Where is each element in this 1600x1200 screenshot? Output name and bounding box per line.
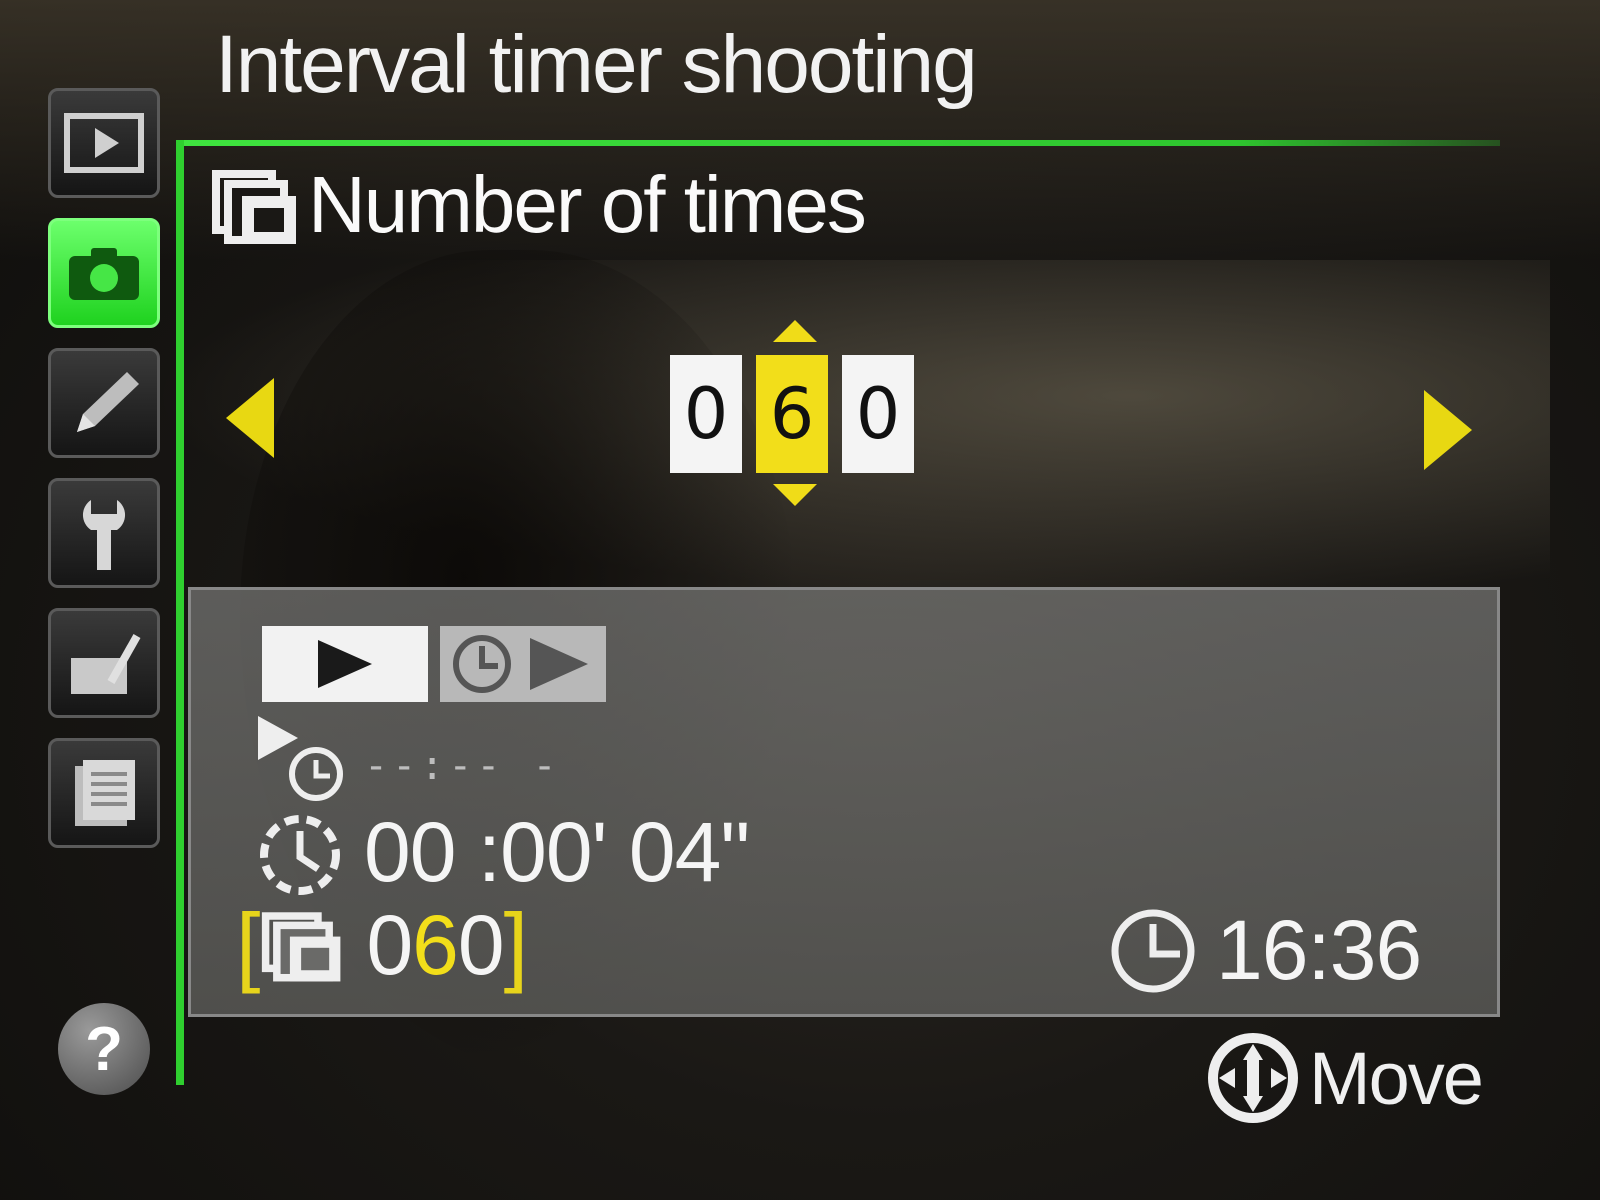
count-value: 060 bbox=[366, 897, 504, 992]
start-time-value: --:-- - bbox=[364, 743, 561, 789]
wrench-icon bbox=[82, 500, 126, 570]
start-time-icon bbox=[258, 716, 343, 801]
start-time-row: --:-- - bbox=[254, 712, 561, 802]
setting-heading-label: Number of times bbox=[308, 160, 867, 249]
page-title: Interval timer shooting bbox=[215, 19, 978, 110]
decrement-arrow-icon[interactable] bbox=[773, 484, 817, 506]
start-time-button[interactable] bbox=[440, 626, 606, 702]
tab-custom[interactable] bbox=[48, 348, 160, 458]
count-row: [ 060 ] bbox=[236, 894, 528, 996]
clock-value: 16:36 bbox=[1216, 903, 1422, 997]
retouch-icon bbox=[71, 634, 141, 694]
move-hint: Move bbox=[1205, 1030, 1484, 1126]
right-arrow-icon[interactable] bbox=[1424, 390, 1472, 470]
multi-selector-icon bbox=[1208, 1033, 1298, 1123]
tab-playback[interactable] bbox=[48, 88, 160, 198]
clock-play-icon bbox=[453, 635, 588, 693]
interval-icon bbox=[260, 814, 340, 895]
recent-settings-icon bbox=[75, 760, 135, 826]
tab-setup[interactable] bbox=[48, 478, 160, 588]
help-button[interactable]: ? bbox=[58, 1003, 150, 1095]
interval-value: 00 :00' 04" bbox=[364, 805, 750, 899]
increment-arrow-icon[interactable] bbox=[773, 320, 817, 342]
count-selected-digit: 6 bbox=[412, 897, 459, 992]
clock-row: 16:36 bbox=[1108, 902, 1422, 999]
menu-frame-left bbox=[176, 140, 184, 1085]
setting-heading: Number of times bbox=[210, 150, 867, 260]
clock-icon bbox=[1111, 909, 1195, 992]
bracket-left: [ bbox=[236, 895, 261, 994]
multiple-frames-icon bbox=[212, 170, 296, 244]
digit-tens[interactable]: 6 bbox=[756, 355, 828, 473]
pencil-icon bbox=[77, 372, 139, 432]
help-symbol: ? bbox=[85, 1014, 123, 1084]
move-label: Move bbox=[1309, 1036, 1484, 1120]
menu-frame-top bbox=[180, 140, 1500, 146]
digit-ones[interactable]: 0 bbox=[842, 355, 914, 473]
bracket-right: ] bbox=[503, 895, 529, 994]
interval-row: 00 :00' 04" bbox=[252, 804, 750, 901]
left-arrow-icon[interactable] bbox=[226, 378, 274, 458]
start-now-button[interactable] bbox=[262, 626, 428, 702]
number-of-times-stepper[interactable]: 0 6 0 bbox=[670, 355, 914, 473]
multiple-frames-icon bbox=[262, 912, 341, 982]
play-icon bbox=[318, 640, 372, 688]
camera-icon bbox=[69, 248, 139, 300]
tab-recent-settings[interactable] bbox=[48, 738, 160, 848]
tab-shooting[interactable] bbox=[48, 218, 160, 328]
tab-retouch[interactable] bbox=[48, 608, 160, 718]
playback-icon bbox=[64, 113, 144, 173]
digit-hundreds[interactable]: 0 bbox=[670, 355, 742, 473]
